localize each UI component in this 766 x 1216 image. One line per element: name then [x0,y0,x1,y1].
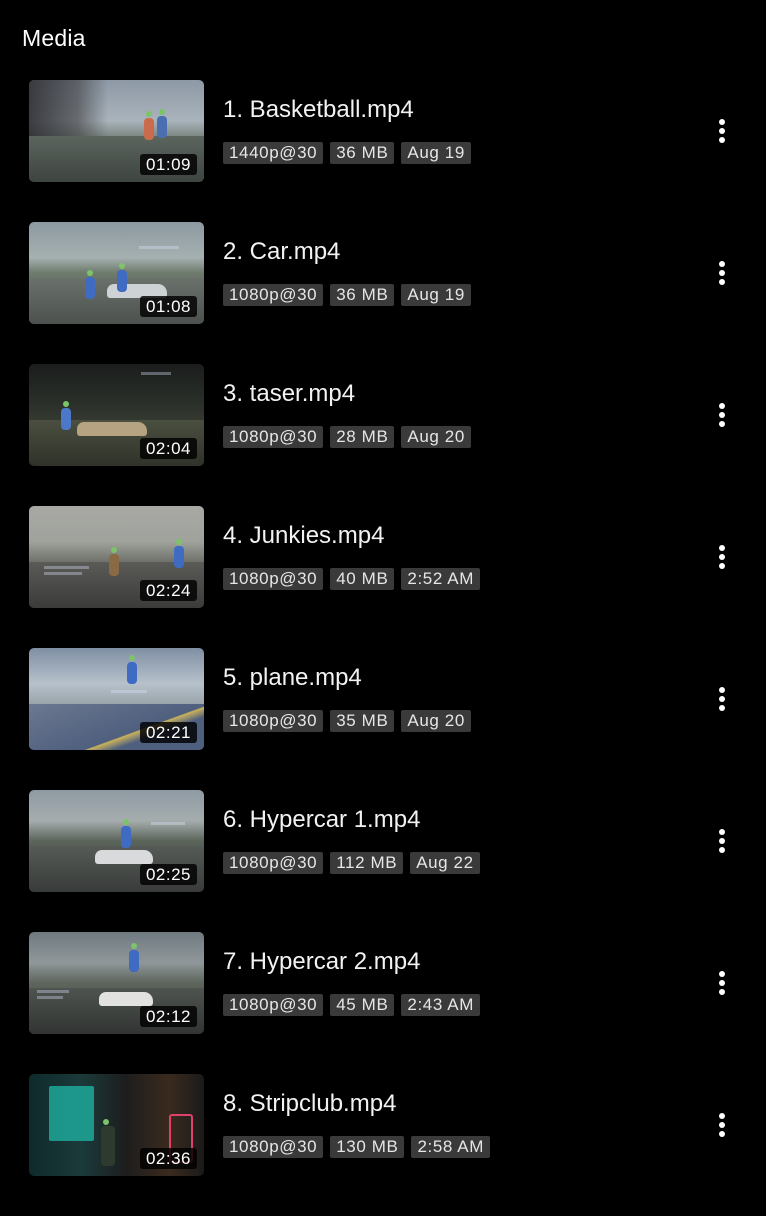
resolution-badge: 1080p@30 [223,710,324,732]
file-size-badge: 112 MB [330,852,404,874]
video-thumbnail[interactable]: 02:21 [29,648,204,750]
video-thumbnail[interactable]: 01:09 [29,80,204,182]
file-size-badge: 45 MB [330,994,395,1016]
page-title: Media [22,25,86,51]
video-thumbnail[interactable]: 02:36 [29,1074,204,1176]
video-duration: 02:36 [139,1148,197,1169]
file-size-badge: 36 MB [330,142,395,164]
more-vertical-icon [719,403,725,427]
video-meta-tags: 1080p@30 45 MB 2:43 AM [223,994,480,1016]
more-vertical-icon [719,1113,725,1137]
video-title[interactable]: 3. taser.mp4 [223,379,355,409]
video-title[interactable]: 5. plane.mp4 [223,663,362,693]
video-duration: 01:09 [139,154,197,175]
video-title[interactable]: 1. Basketball.mp4 [223,95,414,125]
file-size-badge: 35 MB [330,710,395,732]
date-badge: Aug 20 [401,426,471,448]
media-item[interactable]: 02:36 8. Stripclub.mp4 1080p@30 130 MB 2… [0,1074,766,1216]
more-vertical-icon [719,119,725,143]
file-size-badge: 36 MB [330,284,395,306]
resolution-badge: 1080p@30 [223,284,324,306]
more-vertical-icon [719,687,725,711]
media-item[interactable]: 01:08 2. Car.mp4 1080p@30 36 MB Aug 19 [0,222,766,364]
more-options-button[interactable] [708,258,736,288]
resolution-badge: 1440p@30 [223,142,324,164]
video-title[interactable]: 8. Stripclub.mp4 [223,1089,396,1119]
video-thumbnail[interactable]: 02:25 [29,790,204,892]
more-vertical-icon [719,261,725,285]
video-title[interactable]: 4. Junkies.mp4 [223,521,384,551]
media-list: 01:09 1. Basketball.mp4 1440p@30 36 MB A… [0,80,766,1216]
media-item[interactable]: 02:25 6. Hypercar 1.mp4 1080p@30 112 MB … [0,790,766,932]
more-vertical-icon [719,545,725,569]
video-duration: 02:04 [139,438,197,459]
video-duration: 01:08 [139,296,197,317]
more-vertical-icon [719,829,725,853]
date-badge: Aug 20 [401,710,471,732]
date-badge: 2:58 AM [411,1136,491,1158]
more-options-button[interactable] [708,826,736,856]
video-meta-tags: 1080p@30 40 MB 2:52 AM [223,568,480,590]
more-options-button[interactable] [708,116,736,146]
more-options-button[interactable] [708,542,736,572]
date-badge: 2:52 AM [401,568,480,590]
more-options-button[interactable] [708,968,736,998]
video-duration: 02:24 [139,580,197,601]
video-meta-tags: 1080p@30 28 MB Aug 20 [223,426,471,448]
video-thumbnail[interactable]: 02:04 [29,364,204,466]
video-meta-tags: 1080p@30 112 MB Aug 22 [223,852,480,874]
video-duration: 02:12 [139,1006,197,1027]
video-thumbnail[interactable]: 01:08 [29,222,204,324]
video-title[interactable]: 7. Hypercar 2.mp4 [223,947,420,977]
resolution-badge: 1080p@30 [223,1136,324,1158]
video-title[interactable]: 2. Car.mp4 [223,237,340,267]
file-size-badge: 40 MB [330,568,395,590]
more-vertical-icon [719,971,725,995]
video-thumbnail[interactable]: 02:12 [29,932,204,1034]
file-size-badge: 130 MB [330,1136,405,1158]
media-item[interactable]: 01:09 1. Basketball.mp4 1440p@30 36 MB A… [0,80,766,222]
video-duration: 02:21 [139,722,197,743]
media-item[interactable]: 02:21 5. plane.mp4 1080p@30 35 MB Aug 20 [0,648,766,790]
date-badge: 2:43 AM [401,994,480,1016]
video-title[interactable]: 6. Hypercar 1.mp4 [223,805,420,835]
media-item[interactable]: 02:24 4. Junkies.mp4 1080p@30 40 MB 2:52… [0,506,766,648]
resolution-badge: 1080p@30 [223,568,324,590]
video-meta-tags: 1440p@30 36 MB Aug 19 [223,142,471,164]
date-badge: Aug 19 [401,142,471,164]
date-badge: Aug 22 [410,852,480,874]
more-options-button[interactable] [708,400,736,430]
video-meta-tags: 1080p@30 36 MB Aug 19 [223,284,471,306]
resolution-badge: 1080p@30 [223,852,324,874]
resolution-badge: 1080p@30 [223,994,324,1016]
media-item[interactable]: 02:04 3. taser.mp4 1080p@30 28 MB Aug 20 [0,364,766,506]
date-badge: Aug 19 [401,284,471,306]
more-options-button[interactable] [708,684,736,714]
video-meta-tags: 1080p@30 130 MB 2:58 AM [223,1136,491,1158]
resolution-badge: 1080p@30 [223,426,324,448]
more-options-button[interactable] [708,1110,736,1140]
video-meta-tags: 1080p@30 35 MB Aug 20 [223,710,471,732]
media-item[interactable]: 02:12 7. Hypercar 2.mp4 1080p@30 45 MB 2… [0,932,766,1074]
video-duration: 02:25 [139,864,197,885]
video-thumbnail[interactable]: 02:24 [29,506,204,608]
file-size-badge: 28 MB [330,426,395,448]
